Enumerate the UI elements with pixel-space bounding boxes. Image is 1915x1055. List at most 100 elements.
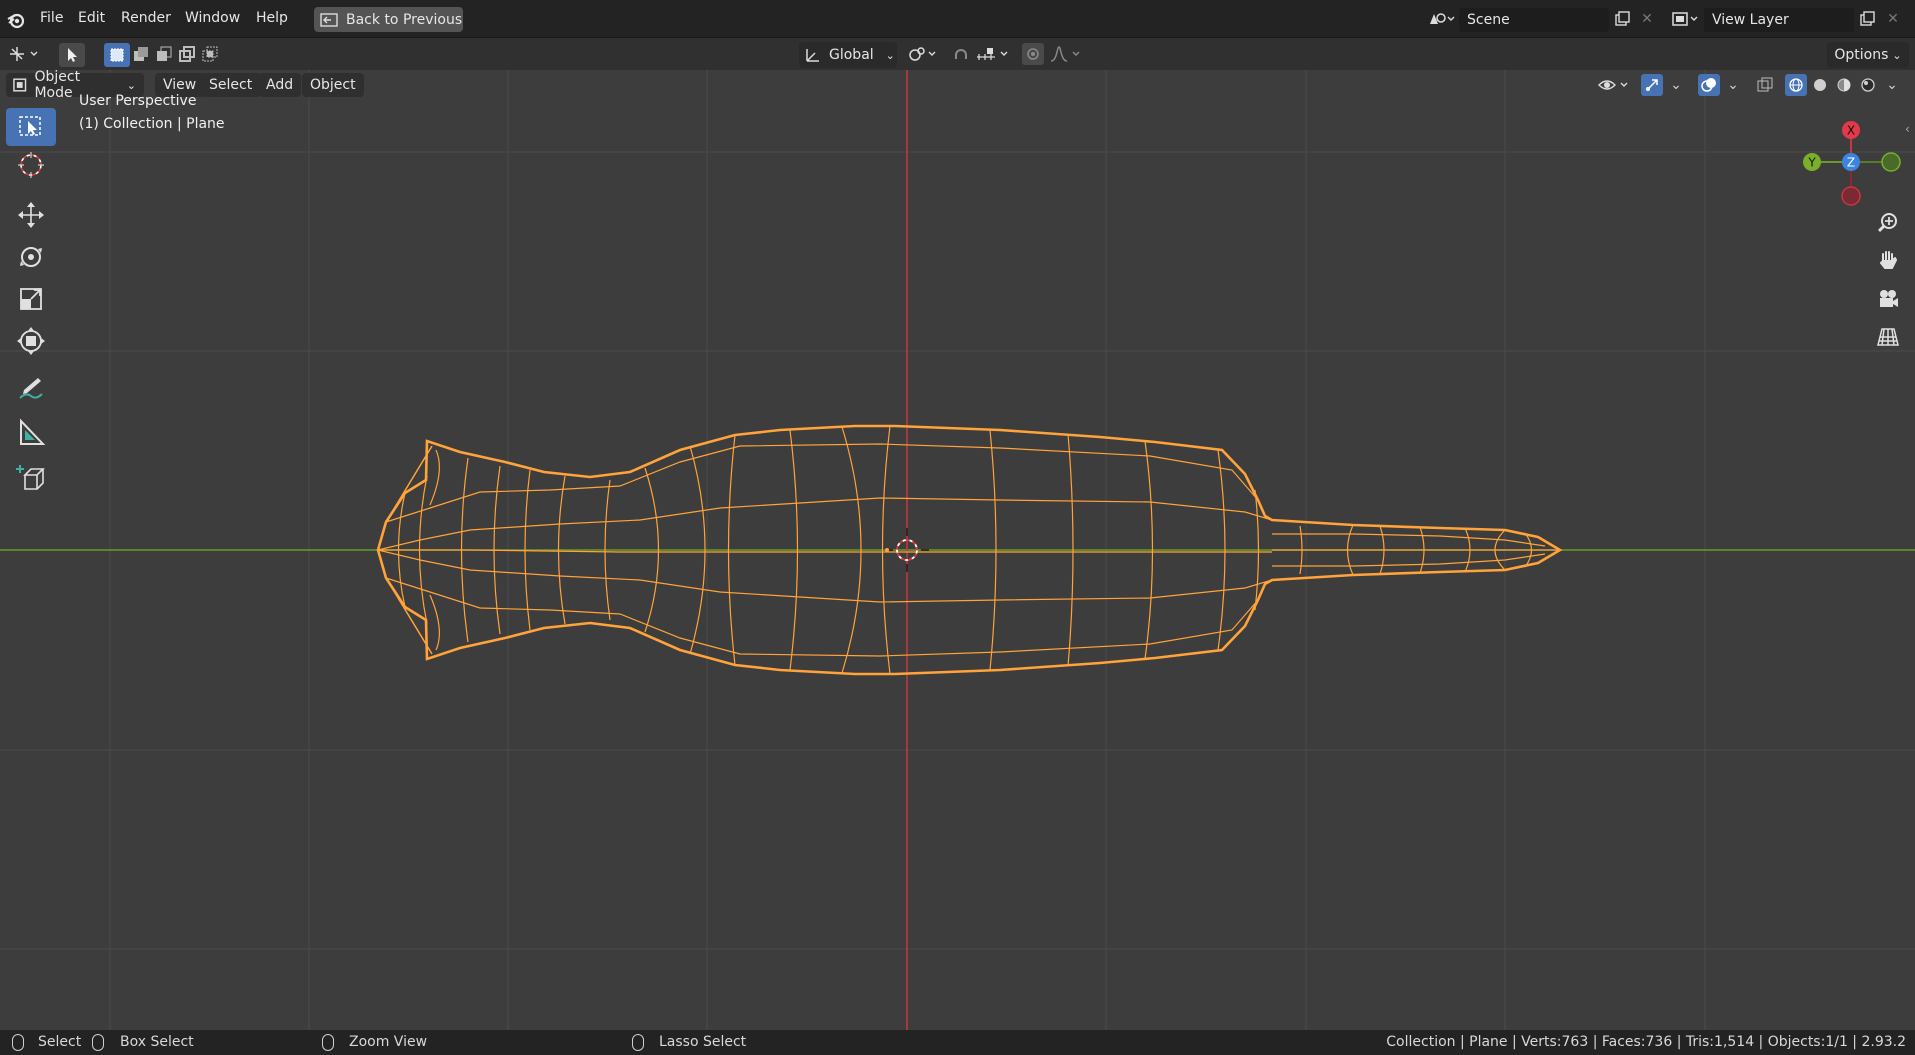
scene-field[interactable]: Scene xyxy=(1459,8,1609,32)
gizmo-y-axis[interactable]: Y xyxy=(1803,153,1821,171)
tool-add-cube[interactable] xyxy=(6,460,56,498)
falloff-icon[interactable] xyxy=(1048,43,1088,65)
svg-text:Z: Z xyxy=(1847,156,1855,170)
gizmo-neg-y-axis[interactable] xyxy=(1881,152,1901,172)
tool-annotate[interactable] xyxy=(6,370,56,408)
select-box-icon xyxy=(19,116,41,136)
back-to-previous-button[interactable]: Back to Previous xyxy=(314,7,463,32)
delete-view-layer-icon[interactable]: ✕ xyxy=(1882,8,1904,30)
proportional-editing-icon[interactable] xyxy=(1022,43,1044,65)
menu-help[interactable]: Help xyxy=(256,10,288,26)
tool-measure[interactable] xyxy=(6,414,56,452)
scene-statistics: Collection | Plane | Verts:763 | Faces:7… xyxy=(1386,1034,1906,1050)
chevron-down-icon: ⌄ xyxy=(1892,48,1902,62)
mode-intersect-icon[interactable] xyxy=(199,43,221,65)
rendered-shading-icon[interactable] xyxy=(1857,74,1879,96)
mode-set-icon[interactable] xyxy=(104,43,130,67)
mode-extend-icon[interactable] xyxy=(130,43,152,65)
menu-render[interactable]: Render xyxy=(121,10,171,26)
chevron-down-icon: ⌄ xyxy=(885,48,895,62)
tool-scale[interactable] xyxy=(6,280,56,318)
svg-text:X: X xyxy=(1847,124,1855,138)
scene-browse-icon[interactable] xyxy=(1424,8,1458,30)
menu-file[interactable]: File xyxy=(40,10,63,26)
gizmo-x-axis[interactable]: X xyxy=(1842,121,1860,139)
snap-toggle-icon[interactable] xyxy=(950,43,972,65)
camera-view-icon[interactable] xyxy=(1873,284,1903,314)
snap-target-icon[interactable] xyxy=(974,43,1014,65)
tool-settings-header: Global ⌄ Options ⌄ xyxy=(0,38,1915,70)
editor-type-icon[interactable] xyxy=(6,43,44,65)
pivot-point-icon[interactable] xyxy=(906,43,944,65)
status-bar: Select Box Select Zoom View Lasso Select… xyxy=(0,1030,1915,1055)
visibility-icon[interactable] xyxy=(1596,74,1634,96)
object-mode-icon xyxy=(13,78,27,92)
mouse-left-icon xyxy=(12,1034,24,1051)
orientation-label: Global xyxy=(829,47,874,63)
measure-icon xyxy=(20,418,46,445)
mode-difference-icon[interactable] xyxy=(176,43,198,65)
wireframe-shading-icon[interactable] xyxy=(1785,74,1807,96)
tool-move[interactable] xyxy=(6,196,56,234)
status-box-select: Box Select xyxy=(120,1034,194,1050)
top-menu-bar: File Edit Render Window Help Back to Pre… xyxy=(0,0,1915,38)
status-lasso-select: Lasso Select xyxy=(659,1034,747,1050)
menu-window[interactable]: Window xyxy=(185,10,240,26)
menu-object[interactable]: Object xyxy=(302,73,364,97)
zoom-icon[interactable] xyxy=(1873,208,1903,238)
xray-toggle-icon[interactable] xyxy=(1754,74,1776,96)
chevron-down-icon: ⌄ xyxy=(126,78,136,92)
tool-select-box[interactable] xyxy=(6,108,56,146)
move-icon xyxy=(18,202,44,228)
mouse-middle-icon xyxy=(322,1034,334,1051)
object-origin xyxy=(885,548,889,552)
rotate-icon xyxy=(20,247,42,267)
transform-orientation-dropdown[interactable]: Global ⌄ xyxy=(799,42,897,68)
view-layer-field[interactable]: View Layer xyxy=(1704,8,1854,32)
navigation-gizmo[interactable]: X Y Z xyxy=(1795,110,1905,210)
status-select: Select xyxy=(38,1034,82,1050)
select-cursor-tool-icon[interactable] xyxy=(59,43,85,67)
tool-transform[interactable] xyxy=(6,322,56,360)
sidebar-toggle-icon[interactable]: ‹ xyxy=(1905,122,1910,136)
tool-cursor[interactable] xyxy=(6,146,56,184)
collection-label: (1) Collection | Plane xyxy=(79,116,225,132)
chevron-down-icon[interactable]: ⌄ xyxy=(1665,74,1687,96)
new-view-layer-icon[interactable] xyxy=(1856,8,1878,30)
transform-icon xyxy=(17,327,45,355)
gizmo-neg-x-axis[interactable] xyxy=(1841,186,1861,206)
add-cube-icon xyxy=(16,465,45,490)
options-label: Options xyxy=(1834,47,1889,63)
menu-select[interactable]: Select xyxy=(201,73,261,97)
material-shading-icon[interactable] xyxy=(1833,74,1855,96)
view-layer-browse-icon[interactable] xyxy=(1668,8,1702,30)
svg-text:Y: Y xyxy=(1807,156,1816,170)
mouse-right-icon xyxy=(632,1034,644,1051)
mode-subtract-icon[interactable] xyxy=(153,43,175,65)
menu-edit[interactable]: Edit xyxy=(78,10,105,26)
back-button-label: Back to Previous xyxy=(346,11,463,28)
gizmo-toggle-icon[interactable] xyxy=(1641,74,1663,96)
perspective-label: User Perspective xyxy=(79,93,197,109)
chevron-down-icon[interactable]: ⌄ xyxy=(1722,74,1744,96)
perspective-toggle-icon[interactable] xyxy=(1873,322,1903,352)
pan-hand-icon[interactable] xyxy=(1873,246,1903,276)
chevron-down-icon[interactable]: ⌄ xyxy=(1881,74,1903,96)
tool-rotate[interactable] xyxy=(6,238,56,276)
overlays-toggle-icon[interactable] xyxy=(1698,74,1720,96)
solid-shading-icon[interactable] xyxy=(1809,74,1831,96)
new-scene-icon[interactable] xyxy=(1611,8,1633,30)
viewport-header: Object Mode ⌄ View Select Add Object ⌄ ⌄ xyxy=(0,70,1915,101)
menu-add[interactable]: Add xyxy=(258,73,302,97)
annotate-icon xyxy=(19,378,43,399)
mouse-drag-icon xyxy=(92,1034,104,1051)
gizmo-z-axis[interactable]: Z xyxy=(1842,153,1860,171)
viewport-canvas[interactable] xyxy=(0,70,1915,1030)
3d-viewport[interactable]: Object Mode ⌄ View Select Add Object ⌄ ⌄ xyxy=(0,70,1915,1030)
orientation-icon xyxy=(806,49,819,62)
scale-icon xyxy=(20,288,42,310)
delete-scene-icon[interactable]: ✕ xyxy=(1636,8,1658,30)
options-dropdown[interactable]: Options ⌄ xyxy=(1827,42,1909,68)
blender-logo-icon[interactable] xyxy=(6,10,26,30)
back-icon xyxy=(320,12,338,27)
